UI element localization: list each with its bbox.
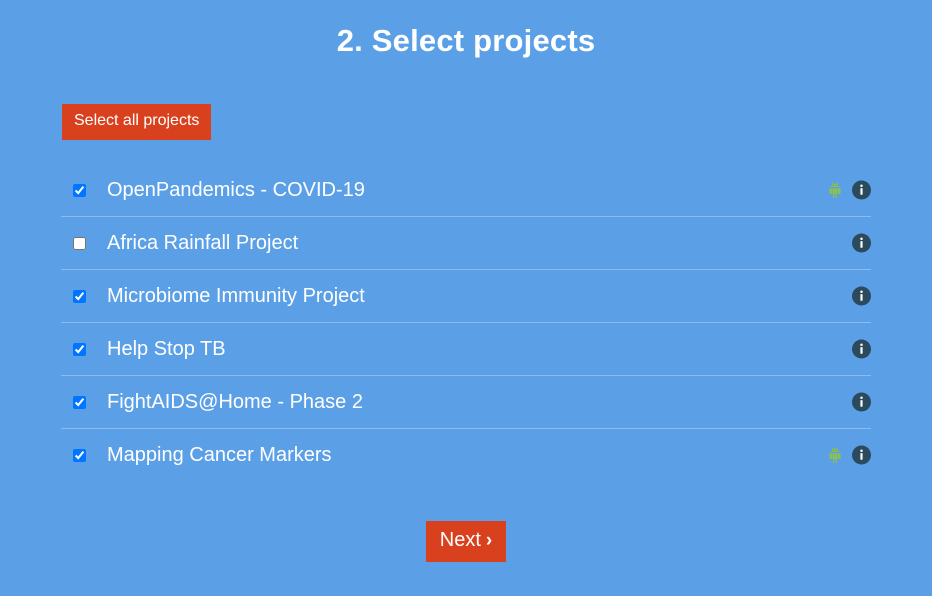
info-icon[interactable] [852,445,871,465]
project-row-icons [852,233,871,253]
project-row-icons [852,286,871,306]
project-label[interactable]: OpenPandemics - COVID-19 [107,178,365,202]
project-label[interactable]: Microbiome Immunity Project [107,284,365,308]
android-icon [826,181,844,199]
projects-panel: Select all projects OpenPandemics - COVI… [61,60,871,562]
project-checkbox[interactable] [73,395,86,409]
info-icon[interactable] [852,233,871,253]
project-row-icons [852,339,871,359]
project-row-icons [826,445,871,465]
project-checkbox[interactable] [73,236,86,250]
select-all-projects-button[interactable]: Select all projects [62,104,212,140]
footer: Next › [61,521,871,562]
project-label[interactable]: Help Stop TB [107,337,226,361]
project-label[interactable]: Mapping Cancer Markers [107,443,332,467]
project-row-icons [826,180,871,200]
next-button-label: Next [439,529,481,551]
project-row[interactable]: FightAIDS@Home - Phase 2 [61,376,871,429]
next-button[interactable]: Next › [425,521,507,562]
info-icon[interactable] [852,286,871,306]
project-row[interactable]: Africa Rainfall Project [61,217,871,270]
project-row[interactable]: Help Stop TB [61,323,871,376]
project-label[interactable]: Africa Rainfall Project [107,231,298,255]
chevron-right-icon: › [485,530,493,551]
page-title: 2. Select projects [336,23,596,58]
info-icon[interactable] [852,392,871,412]
android-icon [826,446,844,464]
project-list: OpenPandemics - COVID-19 Africa Rainfall … [61,164,871,481]
info-icon[interactable] [852,180,871,200]
project-label[interactable]: FightAIDS@Home - Phase 2 [107,390,363,414]
info-icon[interactable] [852,339,871,359]
project-checkbox[interactable] [73,289,86,303]
project-checkbox[interactable] [73,342,86,356]
project-row[interactable]: OpenPandemics - COVID-19 [61,164,871,217]
project-checkbox[interactable] [73,448,86,462]
project-row[interactable]: Mapping Cancer Markers [61,429,871,481]
project-checkbox[interactable] [73,183,86,197]
project-row-icons [852,392,871,412]
project-row[interactable]: Microbiome Immunity Project [61,270,871,323]
